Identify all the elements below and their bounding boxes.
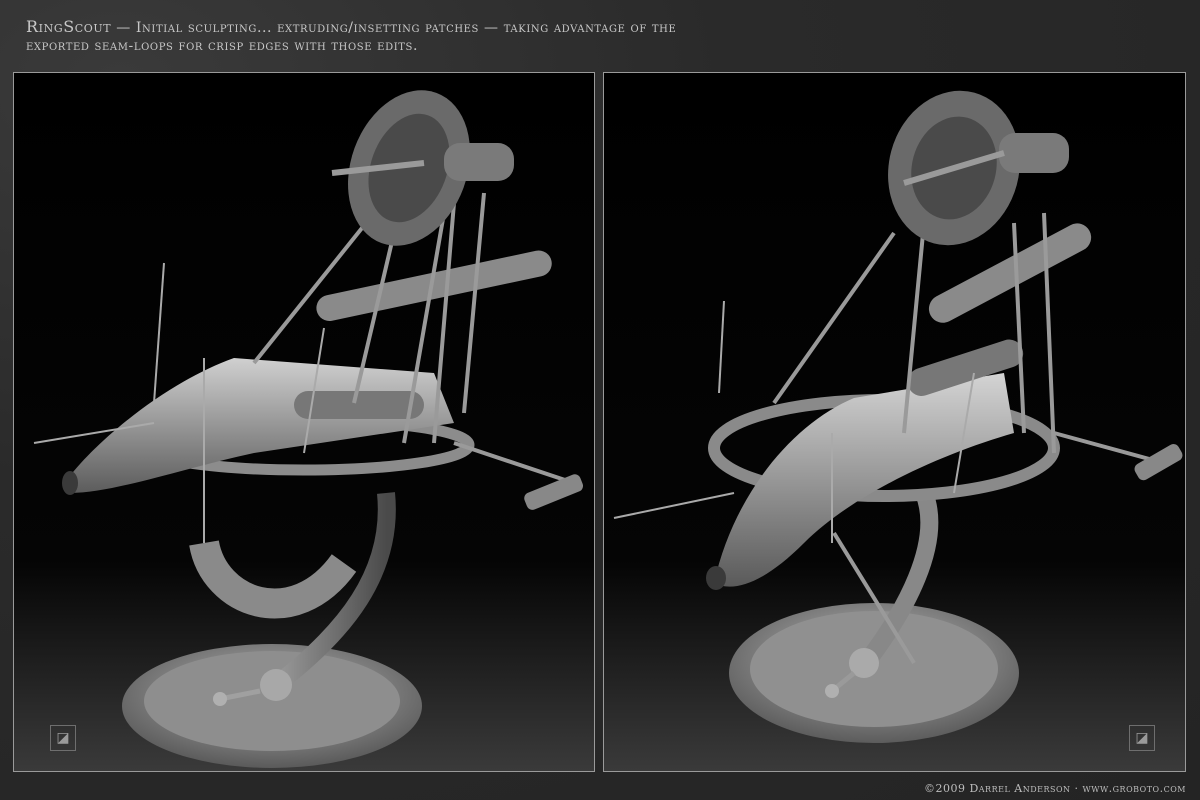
caption-line-2: exported seam-loops for crisp edges with… xyxy=(26,38,419,54)
corner-logo-icon: ◪ xyxy=(1129,725,1155,751)
leg-foot xyxy=(1134,444,1183,481)
page-title: RingScout xyxy=(26,17,112,36)
credit-footer: ©2009 Darrel Anderson · www.groboto.com xyxy=(923,782,1186,795)
spaceship-render-left xyxy=(33,90,584,768)
leg-foot xyxy=(524,474,584,510)
spaceship-render-right xyxy=(613,90,1183,743)
caption-line-1: — Initial sculpting... extruding/insetti… xyxy=(111,20,677,36)
ring-hoop xyxy=(189,539,357,619)
render-panel-left: ◪ xyxy=(13,72,595,772)
render-panel-right: ◪ xyxy=(603,72,1186,772)
corner-logo-icon: ◪ xyxy=(50,725,76,751)
page-header: RingScout — Initial sculpting... extrudi… xyxy=(26,18,926,55)
